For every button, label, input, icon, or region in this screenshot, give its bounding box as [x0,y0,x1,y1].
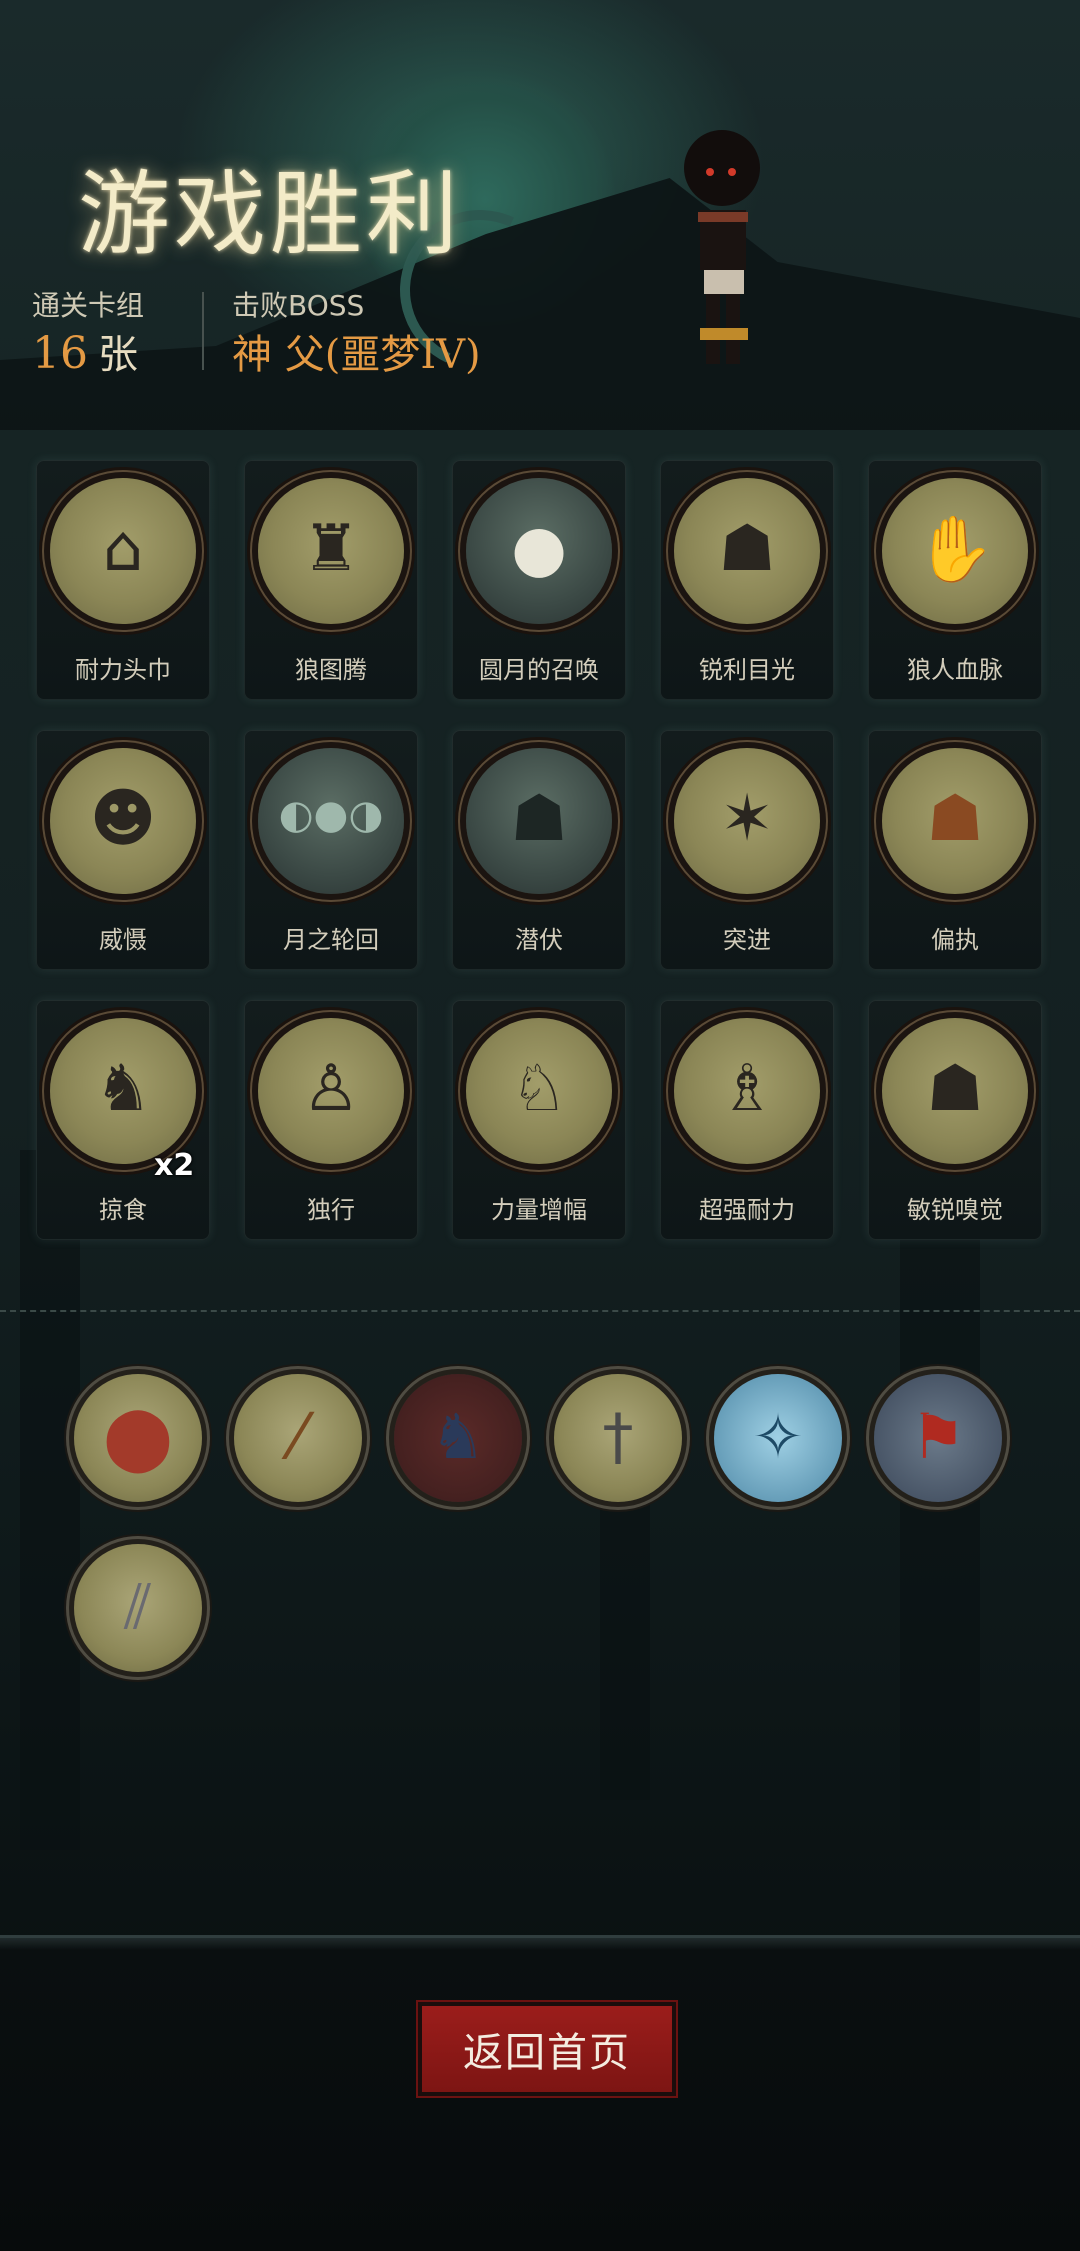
cloak-relic-icon[interactable]: ⚑ [874,1374,1002,1502]
card-label: 敏锐嗅觉 [907,1196,1003,1224]
bandana-icon: ⌂ [50,478,196,624]
card-item[interactable]: ⌂ 耐力头巾 [36,460,210,700]
cookie-relic-icon[interactable]: ⬤ [74,1374,202,1502]
sniffing-wolf-icon: ☗ [882,1018,1028,1164]
dagger-relic-icon[interactable]: † [554,1374,682,1502]
boy-carrying-log-icon: ♘ [466,1018,612,1164]
stats-divider [202,292,204,370]
card-label: 狼人血脉 [907,656,1003,684]
card-item[interactable]: ♙ 独行 [244,1000,418,1240]
cleared-deck-unit: 张 [98,332,138,378]
card-item[interactable]: ☗ 敏锐嗅觉 [868,1000,1042,1240]
card-item[interactable]: ♘ 力量增幅 [452,1000,626,1240]
card-label: 超强耐力 [699,1196,795,1224]
card-label: 突进 [723,926,771,954]
character-boy-icon [684,130,760,364]
card-label: 圆月的召唤 [479,656,599,684]
card-label: 力量增幅 [491,1196,587,1224]
card-item[interactable]: ☗ 偏执 [868,730,1042,970]
snarling-wolf-icon: ☗ [674,478,820,624]
compass-relic-icon[interactable]: ✧ [714,1374,842,1502]
card-label: 耐力头巾 [75,656,171,684]
spyglass-relic-icon[interactable]: ⁄ [234,1374,362,1502]
reaching-hand-icon: ✋ [882,478,1028,624]
moon-phases-icon: ◐●◑ [258,748,404,894]
card-label: 掠食 [99,1196,147,1224]
bear-icon: ☻ [50,748,196,894]
full-moon-icon: ● [466,478,612,624]
card-item[interactable]: ● 圆月的召唤 [452,460,626,700]
wolf-vs-bear-icon: ☗ [882,748,1028,894]
section-divider [0,1310,1080,1312]
boss-name: 神 父(噩梦IV) [232,332,481,378]
werewolf-relic-icon[interactable]: ♞ [394,1374,522,1502]
lunging-werewolf-icon: ✶ [674,748,820,894]
page-title: 游戏胜利 [78,161,463,268]
cleared-deck-value: 16 张 [32,322,138,380]
card-label: 潜伏 [515,926,563,954]
card-grid: ⌂ 耐力头巾 ♜ 狼图腾 ● 圆月的召唤 ☗ 锐利目光 ✋ 狼人血脉 ☻ 威慑 … [36,460,1048,1240]
card-count-badge: x2 [154,1148,195,1183]
wolf-totem-icon: ♜ [258,478,404,624]
boy-swinging-icon: ♗ [674,1018,820,1164]
tree-silhouette [20,1150,80,1850]
card-item[interactable]: ♞ x2 掠食 [36,1000,210,1240]
boss-label: 击败BOSS [232,289,365,322]
card-item[interactable]: ☗ 潜伏 [452,730,626,970]
card-item[interactable]: ◐●◑ 月之轮回 [244,730,418,970]
werewolf-prey-icon: ♞ [50,1018,196,1164]
card-label: 月之轮回 [283,926,379,954]
card-item[interactable]: ✋ 狼人血脉 [868,460,1042,700]
card-item[interactable]: ♗ 超强耐力 [660,1000,834,1240]
boy-with-stick-icon: ♙ [258,1018,404,1164]
card-item[interactable]: ☗ 锐利目光 [660,460,834,700]
card-label: 独行 [307,1196,355,1224]
card-label: 狼图腾 [295,656,367,684]
card-label: 威慑 [99,926,147,954]
card-item[interactable]: ♜ 狼图腾 [244,460,418,700]
card-item[interactable]: ☻ 威慑 [36,730,210,970]
cleared-deck-label: 通关卡组 [32,289,145,322]
card-item[interactable]: ✶ 突进 [660,730,834,970]
tree-silhouette [900,1180,980,1830]
tree-silhouette [600,1500,650,1800]
lurking-wolf-icon: ☗ [466,748,612,894]
return-home-button[interactable]: 返回首页 [418,2002,676,2096]
card-label: 锐利目光 [699,656,795,684]
throwing-knives-relic-icon[interactable]: ⫽ [74,1544,202,1672]
cleared-deck-count: 16 [32,328,88,379]
card-label: 偏执 [931,926,979,954]
